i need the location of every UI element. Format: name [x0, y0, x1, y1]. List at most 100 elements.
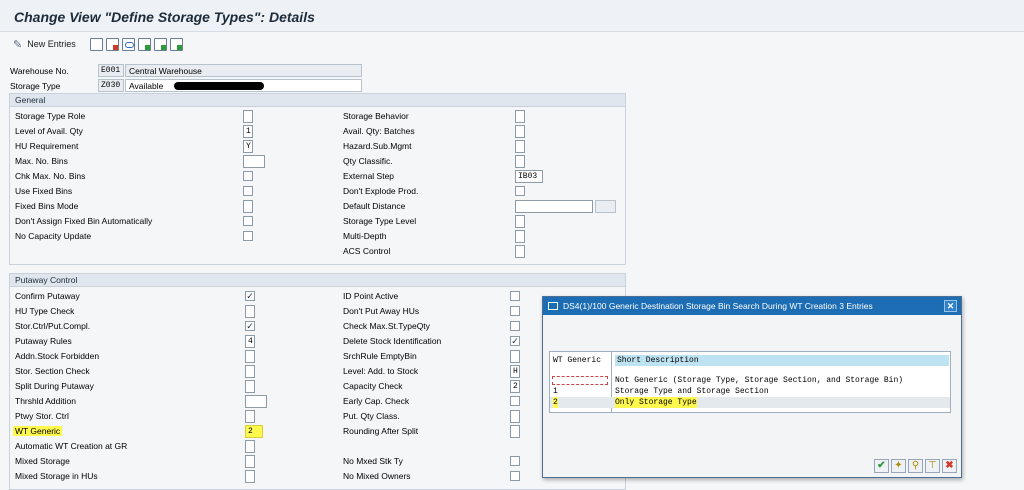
no-mxed-stk-ty-checkbox[interactable] — [510, 456, 520, 466]
storage-type-role-label: Storage Type Role — [15, 111, 86, 121]
field-row-stor-section-check: Stor. Section Check — [15, 364, 315, 378]
row-description-cell: Storage Type and Storage Section — [615, 387, 769, 396]
confirm-putaway-checkbox[interactable]: ✓ — [245, 291, 255, 301]
id-point-active-checkbox[interactable] — [510, 291, 520, 301]
level-of-avail-qty-field[interactable]: 1 — [243, 125, 253, 138]
putaway-group-title: Putaway Control — [10, 274, 625, 287]
field-row-fixed-bins-mode: Fixed Bins Mode — [15, 199, 315, 213]
row-key-cell: 1 — [553, 387, 558, 396]
delete-stock-identification-label: Delete Stock Identification — [343, 336, 442, 346]
mixed-storage-field[interactable] — [245, 455, 255, 468]
new-entries-button[interactable]: ✎ New Entries — [13, 37, 76, 51]
dialog-title-bar: DS4(1)/100 Generic Destination Storage B… — [543, 297, 961, 315]
level-add-to-stock-field[interactable]: H — [510, 365, 520, 378]
fixed-bins-mode-label: Fixed Bins Mode — [15, 201, 79, 211]
pin-icon[interactable]: ⊤ — [925, 459, 940, 473]
qty-classific-label: Qty Classific. — [343, 156, 393, 166]
put-qty-class-field[interactable] — [510, 410, 520, 423]
field-row-default-distance: Default Distance — [343, 199, 643, 213]
addn-stock-forbidden-field[interactable] — [245, 350, 255, 363]
multi-depth-field[interactable] — [515, 230, 525, 243]
don-t-explode-prod-checkbox[interactable] — [515, 186, 525, 196]
capacity-check-label: Capacity Check — [343, 381, 403, 391]
default-distance-field[interactable] — [515, 200, 593, 213]
row-description-cell: Not Generic (Storage Type, Storage Secti… — [615, 376, 904, 385]
avail-qty-batches-field[interactable] — [515, 125, 525, 138]
field-row-don-t-assign-fixed-bin-automatically: Don't Assign Fixed Bin Automatically — [15, 214, 315, 228]
value-list-row[interactable]: 2 Only Storage Type — [550, 397, 950, 408]
toolbar: ✎ New Entries — [0, 33, 1024, 57]
col-header-short-description[interactable]: Short Description — [615, 355, 949, 366]
wt-generic-field[interactable]: 2 — [245, 425, 263, 438]
fixed-bins-mode-field[interactable] — [243, 200, 253, 213]
level-of-avail-qty-label: Level of Avail. Qty — [15, 126, 83, 136]
field-row-external-step: External Step IB03 — [343, 169, 643, 183]
select-all-icon[interactable] — [170, 37, 183, 51]
field-row-mixed-storage-in-hus: Mixed Storage in HUs — [15, 469, 315, 483]
cancel-button[interactable]: ✖ — [942, 459, 957, 473]
don-t-assign-fixed-bin-automatically-checkbox[interactable] — [243, 216, 253, 226]
continue-button[interactable]: ✔ — [874, 459, 889, 473]
next-entry-icon[interactable] — [154, 37, 167, 51]
use-fixed-bins-label: Use Fixed Bins — [15, 186, 73, 196]
col-header-wt-generic[interactable]: WT Generic — [553, 355, 601, 366]
field-row-split-during-putaway: Split During Putaway — [15, 379, 315, 393]
chk-max-no-bins-label: Chk Max. No. Bins — [15, 171, 86, 181]
default-distance-unit-field — [595, 200, 616, 213]
rounding-after-split-field[interactable] — [510, 425, 520, 438]
field-row-qty-classific: Qty Classific. — [343, 154, 643, 168]
split-during-putaway-field[interactable] — [245, 380, 255, 393]
acs-control-label: ACS Control — [343, 246, 391, 256]
value-list-row[interactable]: 1 Storage Type and Storage Section — [550, 386, 950, 397]
srchrule-emptybin-field[interactable] — [510, 350, 520, 363]
delete-stock-identification-checkbox[interactable]: ✓ — [510, 336, 520, 346]
stor-ctrl-put-compl-checkbox[interactable]: ✓ — [245, 321, 255, 331]
external-step-label: External Step — [343, 171, 395, 181]
thrshld-addition-field[interactable] — [245, 395, 267, 408]
previous-entry-icon[interactable] — [138, 37, 151, 51]
storage-type-role-field[interactable] — [243, 110, 253, 123]
field-row-stor-ctrl-put-compl: Stor.Ctrl/Put.Compl. ✓ — [15, 319, 315, 333]
storage-behavior-field[interactable] — [515, 110, 525, 123]
stor-section-check-field[interactable] — [245, 365, 255, 378]
putaway-rules-label: Putaway Rules — [15, 336, 72, 346]
warehouse-label: Warehouse No. — [10, 65, 69, 76]
automatic-wt-creation-at-gr-field[interactable] — [245, 440, 255, 453]
don-t-put-away-hus-checkbox[interactable] — [510, 306, 520, 316]
field-row-don-t-explode-prod: Don't Explode Prod. — [343, 184, 643, 198]
external-step-field[interactable]: IB03 — [515, 170, 543, 183]
value-help-dialog: DS4(1)/100 Generic Destination Storage B… — [542, 296, 962, 478]
no-capacity-update-checkbox[interactable] — [243, 231, 253, 241]
undo-icon[interactable] — [122, 37, 135, 51]
mixed-storage-in-hus-field[interactable] — [245, 470, 255, 483]
field-row-avail-qty-batches: Avail. Qty: Batches — [343, 124, 643, 138]
field-row-mixed-storage: Mixed Storage — [15, 454, 315, 468]
value-list-row[interactable]: Not Generic (Storage Type, Storage Secti… — [550, 375, 950, 386]
copy-icon[interactable] — [90, 37, 103, 51]
early-cap-check-checkbox[interactable] — [510, 396, 520, 406]
confirm-putaway-label: Confirm Putaway — [15, 291, 80, 301]
use-fixed-bins-checkbox[interactable] — [243, 186, 253, 196]
putaway-rules-field[interactable]: 4 — [245, 335, 255, 348]
put-qty-class-label: Put. Qty Class. — [343, 411, 400, 421]
thrshld-addition-label: Thrshld Addition — [15, 396, 76, 406]
binoculars-icon[interactable]: ⚲ — [908, 459, 923, 473]
ptwy-stor-ctrl-field[interactable] — [245, 410, 255, 423]
find-icon[interactable]: ✦ — [891, 459, 906, 473]
chk-max-no-bins-checkbox[interactable] — [243, 171, 253, 181]
qty-classific-field[interactable] — [515, 155, 525, 168]
storage-type-level-field[interactable] — [515, 215, 525, 228]
no-mixed-owners-checkbox[interactable] — [510, 471, 520, 481]
delete-icon[interactable] — [106, 37, 119, 51]
max-no-bins-field[interactable] — [243, 155, 265, 168]
field-row-thrshld-addition: Thrshld Addition — [15, 394, 315, 408]
hu-requirement-field[interactable]: Y — [243, 140, 253, 153]
acs-control-field[interactable] — [515, 245, 525, 258]
hu-type-check-field[interactable] — [245, 305, 255, 318]
field-row-level-of-avail-qty: Level of Avail. Qty 1 — [15, 124, 315, 138]
multi-depth-label: Multi-Depth — [343, 231, 387, 241]
hazard-sub-mgmt-field[interactable] — [515, 140, 525, 153]
check-max-st-typeqty-checkbox[interactable] — [510, 321, 520, 331]
capacity-check-field[interactable]: 2 — [510, 380, 520, 393]
close-icon[interactable]: ✕ — [944, 300, 957, 312]
